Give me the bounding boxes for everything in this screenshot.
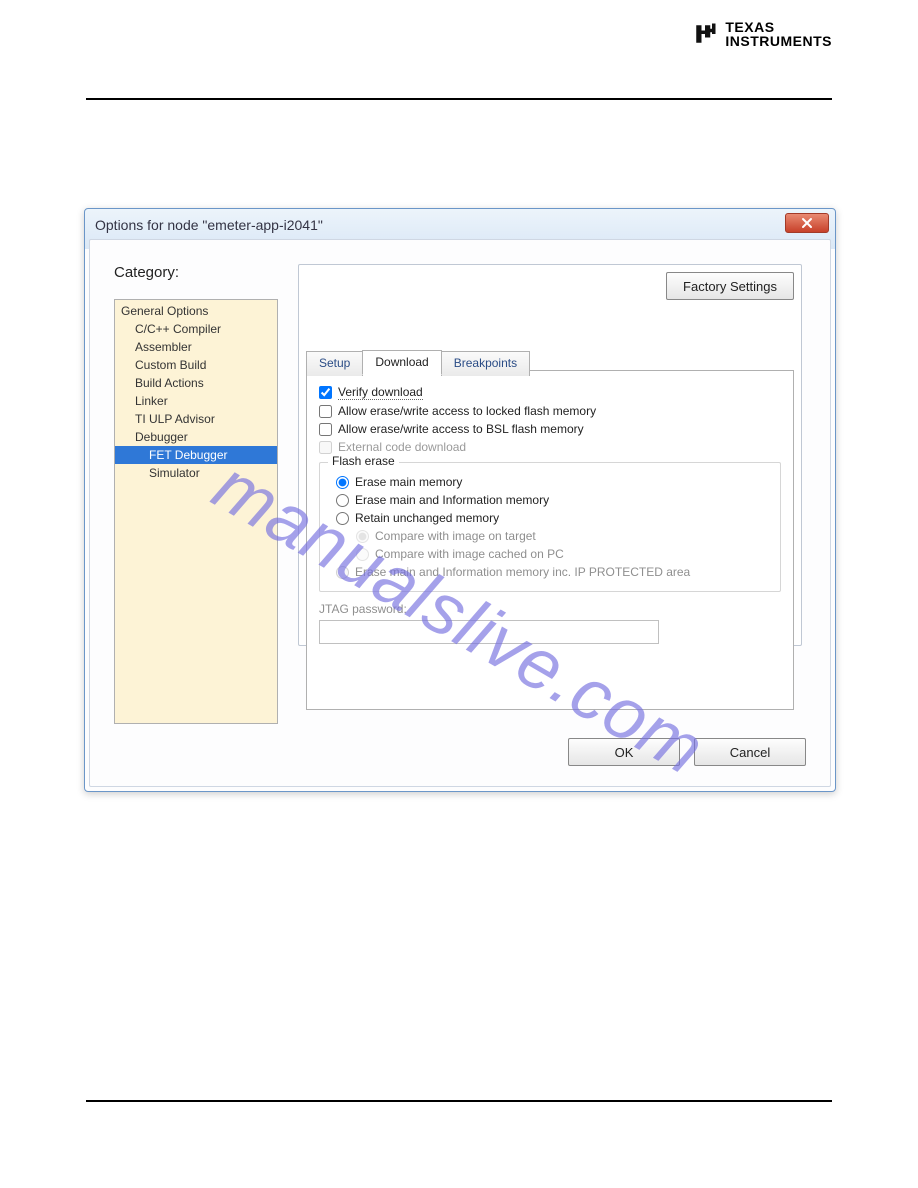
factory-settings-button[interactable]: Factory Settings — [666, 272, 794, 300]
external-download-checkbox — [319, 441, 332, 454]
cat-assembler[interactable]: Assembler — [115, 338, 277, 356]
footer-rule — [86, 1100, 832, 1102]
cat-simulator[interactable]: Simulator — [115, 464, 277, 482]
cat-debugger[interactable]: Debugger — [115, 428, 277, 446]
category-list[interactable]: General Options C/C++ Compiler Assembler… — [114, 299, 278, 724]
allow-locked-checkbox[interactable] — [319, 405, 332, 418]
ti-logo-icon — [691, 20, 719, 48]
jtag-password-label: JTAG password: — [319, 602, 781, 616]
brand-line1: TEXAS — [725, 20, 832, 34]
brand-header: TEXAS INSTRUMENTS — [691, 20, 832, 48]
close-button[interactable] — [785, 213, 829, 233]
allow-bsl-label: Allow erase/write access to BSL flash me… — [338, 422, 584, 436]
cmp-cached-label: Compare with image cached on PC — [375, 547, 564, 561]
flash-erase-legend: Flash erase — [328, 454, 399, 468]
dialog-buttons: OK Cancel — [114, 724, 806, 766]
external-download-label: External code download — [338, 440, 466, 454]
tab-setup[interactable]: Setup — [306, 351, 363, 376]
retain-radio[interactable] — [336, 512, 349, 525]
ok-button[interactable]: OK — [568, 738, 680, 766]
cmp-target-radio — [356, 530, 369, 543]
cat-fet-debugger[interactable]: FET Debugger — [115, 446, 277, 464]
erase-main-radio[interactable] — [336, 476, 349, 489]
cmp-cached-radio — [356, 548, 369, 561]
allow-bsl-row: Allow erase/write access to BSL flash me… — [319, 422, 781, 436]
verify-download-label: Verify download — [338, 385, 423, 400]
erase-main-info-radio[interactable] — [336, 494, 349, 507]
header-rule — [86, 98, 832, 100]
erase-ip-label: Erase main and Information memory inc. I… — [355, 565, 690, 579]
brand-line2: INSTRUMENTS — [725, 34, 832, 48]
cat-build-actions[interactable]: Build Actions — [115, 374, 277, 392]
allow-locked-row: Allow erase/write access to locked flash… — [319, 404, 781, 418]
cancel-button[interactable]: Cancel — [694, 738, 806, 766]
cat-linker[interactable]: Linker — [115, 392, 277, 410]
allow-bsl-checkbox[interactable] — [319, 423, 332, 436]
titlebar[interactable]: Options for node "emeter-app-i2041" — [85, 209, 835, 241]
allow-locked-label: Allow erase/write access to locked flash… — [338, 404, 596, 418]
dialog-window: Options for node "emeter-app-i2041" Cate… — [84, 208, 836, 792]
cmp-target-label: Compare with image on target — [375, 529, 536, 543]
cat-general-options[interactable]: General Options — [115, 302, 277, 320]
erase-main-info-label: Erase main and Information memory — [355, 493, 549, 507]
category-label: Category: — [114, 264, 278, 281]
tab-breakpoints[interactable]: Breakpoints — [441, 351, 530, 376]
jtag-password-input[interactable] — [319, 620, 659, 644]
window-title: Options for node "emeter-app-i2041" — [95, 217, 323, 233]
cat-custom-build[interactable]: Custom Build — [115, 356, 277, 374]
erase-ip-radio — [336, 566, 349, 579]
retain-label: Retain unchanged memory — [355, 511, 499, 525]
tabpage-download: Verify download Allow erase/write access… — [306, 370, 794, 710]
external-download-row: External code download — [319, 440, 781, 454]
flash-erase-group: Flash erase Erase main memory Erase main… — [319, 462, 781, 592]
erase-main-label: Erase main memory — [355, 475, 462, 489]
close-icon — [801, 217, 813, 229]
cat-ti-ulp-advisor[interactable]: TI ULP Advisor — [115, 410, 277, 428]
verify-download-row: Verify download — [319, 385, 781, 400]
tabs: Setup Download Breakpoints — [306, 350, 529, 375]
cat-c-cpp-compiler[interactable]: C/C++ Compiler — [115, 320, 277, 338]
tab-download[interactable]: Download — [362, 350, 441, 375]
dialog-client: Category: General Options C/C++ Compiler… — [89, 239, 831, 787]
verify-download-checkbox[interactable] — [319, 386, 332, 399]
